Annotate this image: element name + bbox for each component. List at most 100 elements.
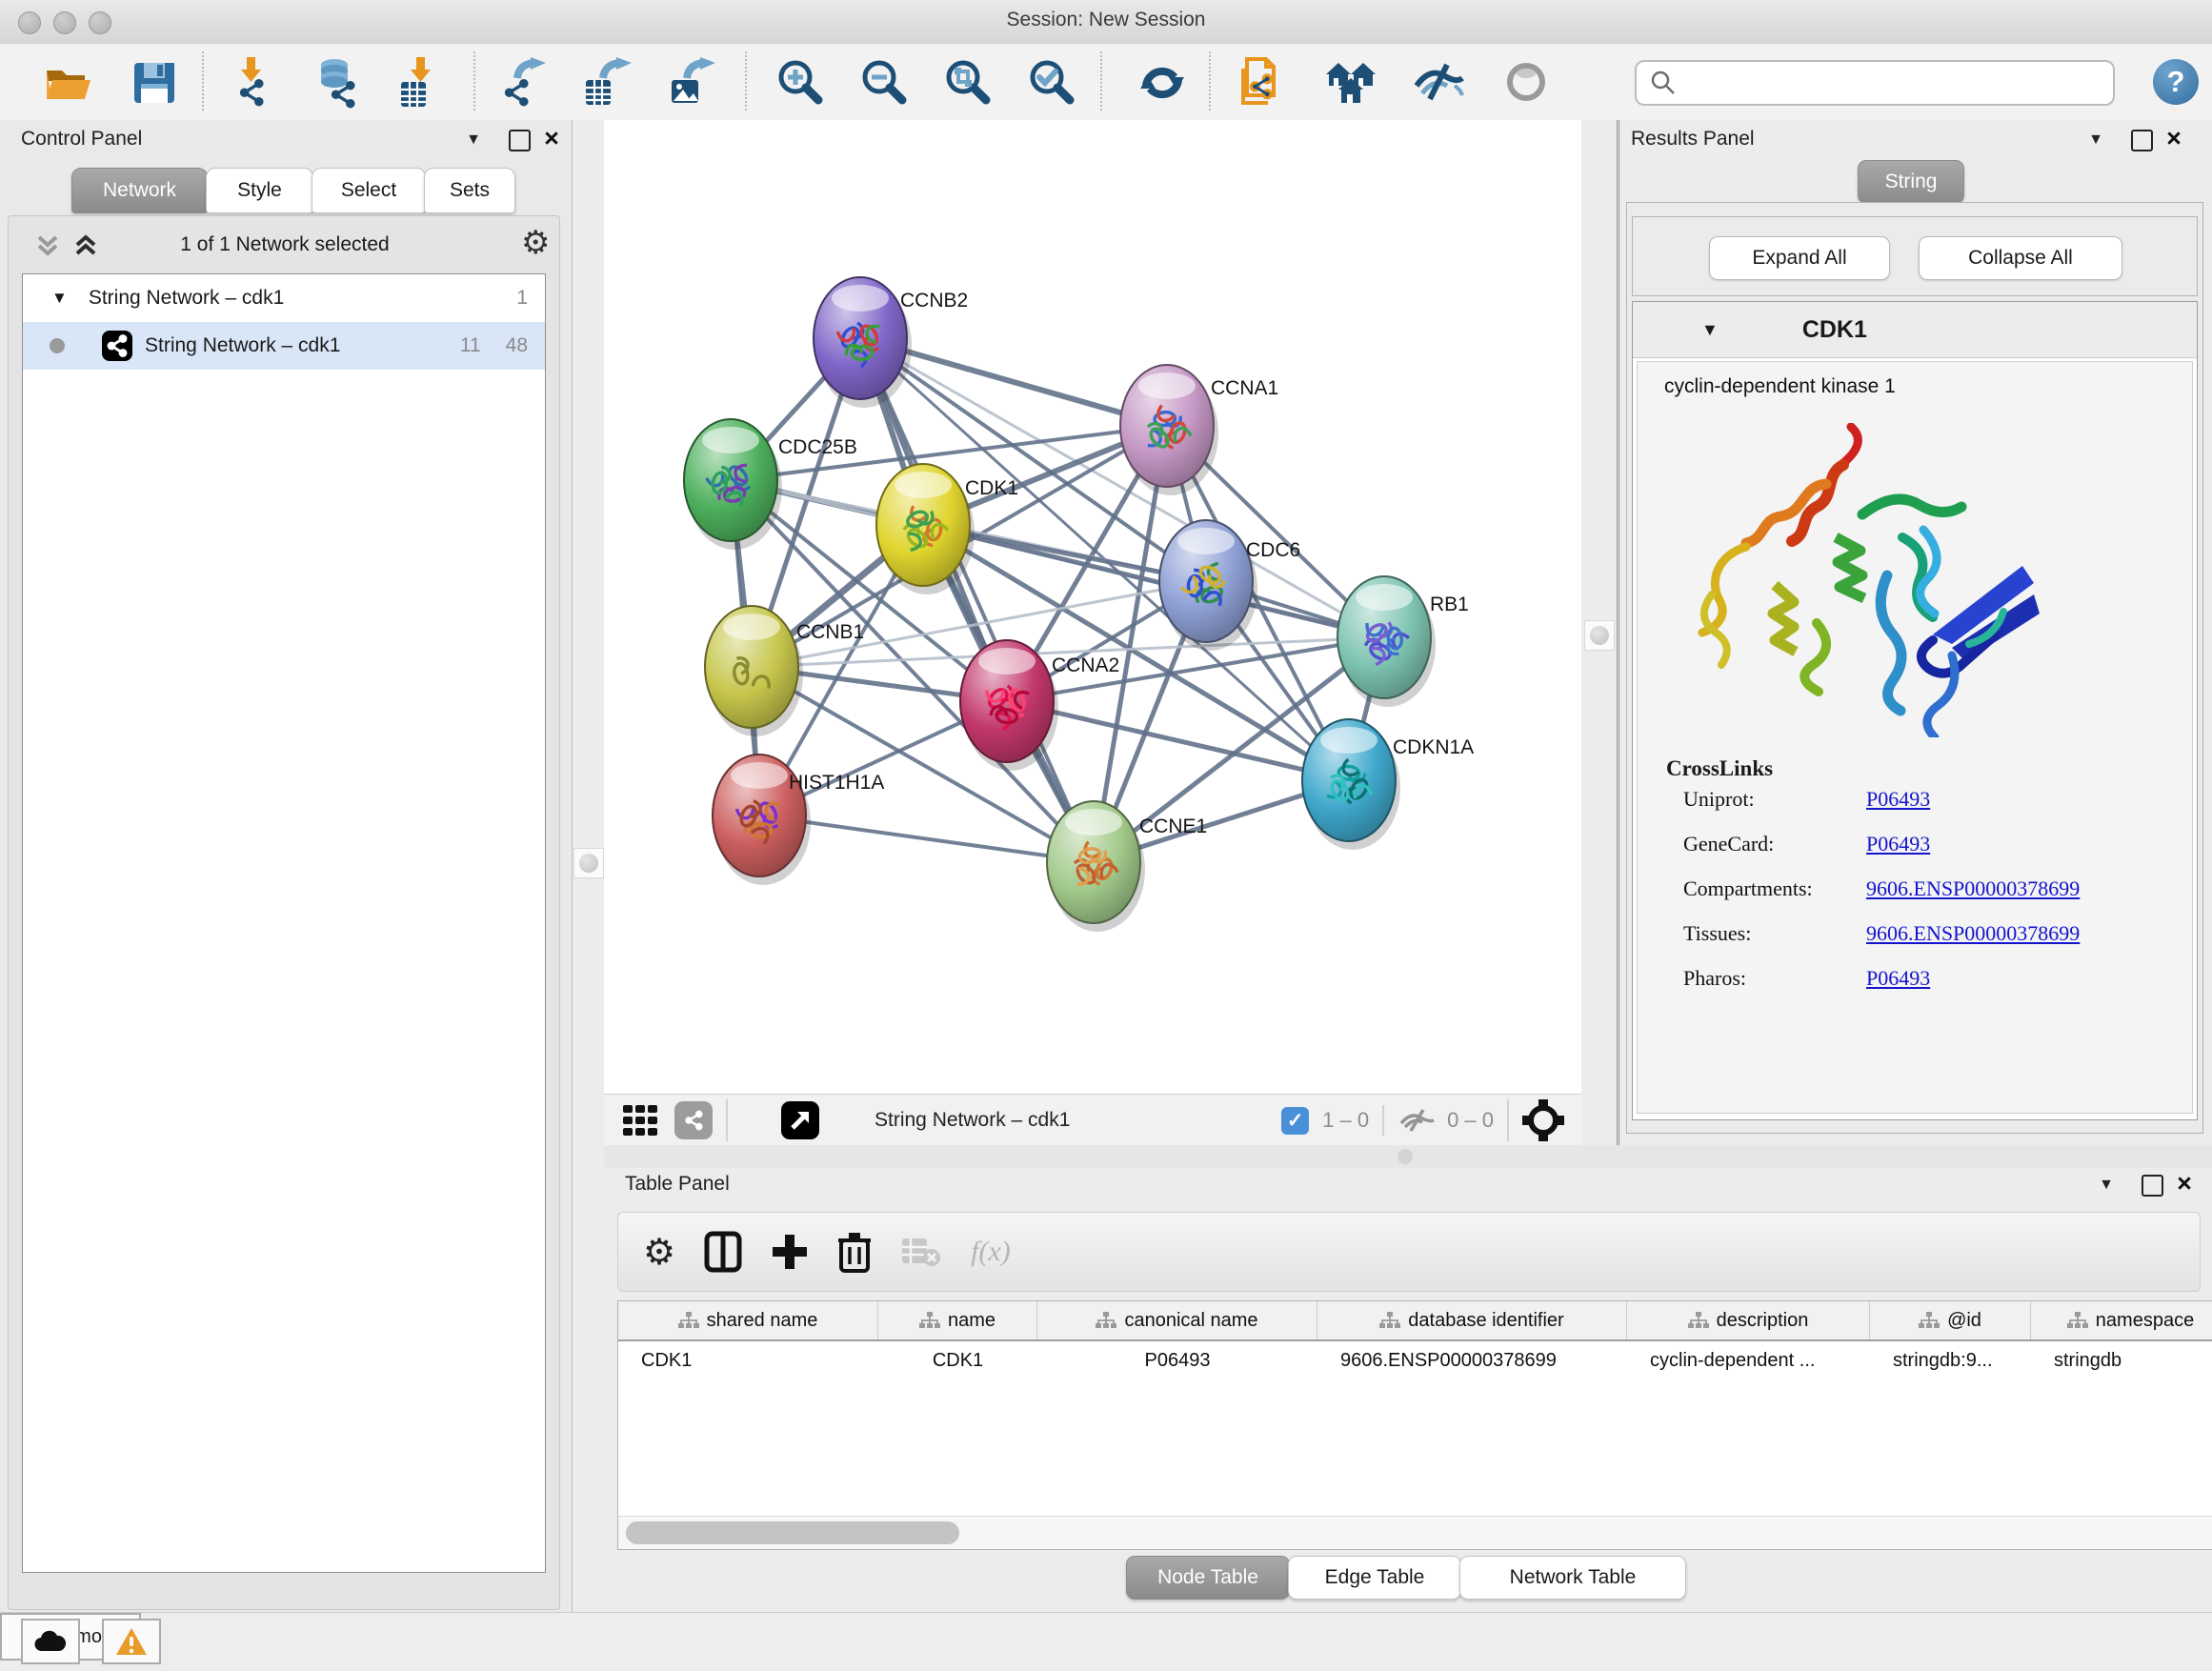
gene-header-row[interactable]: ▼ CDK1 [1633,302,2197,358]
network-view-title: String Network – cdk1 [875,1109,1070,1132]
zoom-fit-button[interactable] [941,56,995,110]
zoom-out-button[interactable] [857,56,911,110]
crosslink-label: GeneCard: [1683,832,1866,856]
cloud-icon [33,1630,68,1653]
tab-node-table[interactable]: Node Table [1126,1556,1290,1600]
show-columns-icon[interactable] [704,1231,742,1273]
tab-select[interactable]: Select [312,168,426,213]
results-panel-collapse-icon[interactable]: ▼ [2080,131,2112,149]
node-CDKN1A[interactable]: CDKN1A [1302,719,1474,850]
birds-eye-grid-icon[interactable] [621,1101,659,1139]
results-panel-close-icon[interactable]: × [2158,130,2190,148]
tab-style[interactable]: Style [206,168,313,213]
node-label-RB1: RB1 [1430,594,1469,615]
node-label-CDKN1A: CDKN1A [1393,736,1474,758]
node-CCNA1[interactable]: CCNA1 [1120,365,1278,495]
network-row[interactable]: String Network – cdk1 11 48 [23,322,545,370]
node-label-CDC25B: CDC25B [778,436,857,458]
node-CDK1[interactable]: CDK1 [876,464,1018,594]
import-table-file-button[interactable] [394,56,448,110]
toolbar-separator [1209,51,1211,111]
node-CDC6[interactable]: CDC6 [1159,520,1300,651]
gene-collapse-icon[interactable]: ▼ [1701,320,1719,340]
update-button[interactable] [1136,56,1189,110]
node-CCNE1[interactable]: CCNE1 [1047,801,1207,932]
table-options-gear-icon[interactable]: ⚙ [643,1231,675,1274]
new-network-selection-button[interactable] [1237,56,1290,110]
control-panel-collapse-icon[interactable]: ▼ [457,131,490,149]
table-panel-title: Table Panel [625,1173,730,1196]
fit-selection-crosshair-icon[interactable] [1522,1099,1564,1141]
column-header-name[interactable]: name [878,1301,1037,1339]
save-session-button[interactable] [128,56,181,110]
cloud-status-button[interactable] [21,1619,80,1664]
scrollbar-thumb[interactable] [626,1521,959,1544]
warnings-button[interactable] [102,1619,161,1664]
table-splitter[interactable] [604,1145,2212,1168]
search-input[interactable] [1686,65,2113,101]
network-canvas[interactable]: CCNB2CCNA1CDC25BCDK1CDC6RB1CCNB1CCNA2CDK… [604,120,1581,1094]
control-panel-float-icon[interactable] [503,130,535,157]
first-neighbors-button[interactable] [1324,56,1377,110]
zoom-selected-button[interactable] [1025,56,1078,110]
tab-network[interactable]: Network [71,168,208,213]
gene-description: cyclin-dependent kinase 1 [1664,375,2192,398]
show-all-button[interactable] [1499,56,1553,110]
crosslink-value-link[interactable]: P06493 [1866,832,1930,856]
node-HIST1H1A[interactable]: HIST1H1A [713,755,884,885]
table-panel-collapse-icon[interactable]: ▼ [2090,1177,2122,1194]
tab-sets[interactable]: Sets [424,168,515,213]
delete-column-trash-icon[interactable] [837,1231,872,1273]
tab-edge-table[interactable]: Edge Table [1288,1556,1461,1600]
network-collection-row[interactable]: ▼ String Network – cdk1 1 [23,274,545,322]
right-splitter[interactable] [1581,120,1617,1145]
column-header-canonical-name[interactable]: canonical name [1037,1301,1317,1339]
crosslink-value-link[interactable]: P06493 [1866,966,1930,991]
column-header-database-identifier[interactable]: database identifier [1317,1301,1627,1339]
title-bar: Session: New Session [0,0,2212,45]
table-panel-float-icon[interactable] [2136,1175,2168,1202]
table-row[interactable]: CDK1CDK1P064939606.ENSP00000378699cyclin… [618,1341,2212,1379]
hide-selected-button[interactable] [1412,56,1465,110]
create-column-plus-icon[interactable] [771,1233,809,1271]
open-in-window-icon[interactable] [781,1101,819,1139]
import-network-database-button[interactable] [311,56,364,110]
crosslink-value-link[interactable]: 9606.ENSP00000378699 [1866,921,2080,946]
collapse-all-button[interactable]: Collapse All [1919,236,2122,280]
crosslink-value-link[interactable]: P06493 [1866,787,1930,812]
results-panel-float-icon[interactable] [2125,130,2158,157]
column-header-shared-name[interactable]: shared name [618,1301,878,1339]
column-header-description[interactable]: description [1627,1301,1870,1339]
import-network-file-button[interactable] [227,56,280,110]
column-header--id[interactable]: @id [1870,1301,2031,1339]
collection-expand-icon[interactable]: ▼ [51,289,68,308]
expand-all-networks-icon[interactable] [71,233,100,260]
column-header-namespace[interactable]: namespace [2031,1301,2212,1339]
collapse-all-networks-icon[interactable] [33,233,62,260]
export-network-button[interactable] [497,56,551,110]
table-splitter-handle[interactable] [1398,1149,1413,1164]
control-panel-close-icon[interactable]: × [535,130,568,148]
edge-CCNB2-CCNE1[interactable] [860,338,1094,862]
table-panel: Table Panel ▼ × ⚙ f(x) shared namenameca… [604,1168,2212,1612]
crosslink-value-link[interactable]: 9606.ENSP00000378699 [1866,876,2080,901]
hidden-count: 0 – 0 [1447,1108,1494,1133]
node-RB1[interactable]: RB1 [1337,576,1469,707]
export-table-button[interactable] [581,56,634,110]
tab-string[interactable]: String [1858,160,1964,204]
table-panel-close-icon[interactable]: × [2168,1175,2201,1193]
open-session-button[interactable] [42,56,95,110]
left-splitter-handle[interactable] [573,848,604,878]
expand-all-button[interactable]: Expand All [1709,236,1890,280]
network-options-gear-icon[interactable]: ⚙ [521,224,550,262]
right-splitter-handle[interactable] [1584,620,1615,651]
help-button[interactable]: ? [2153,59,2199,105]
node-CCNA2[interactable]: CCNA2 [960,640,1119,771]
export-image-button[interactable] [665,56,718,110]
network-type-icon[interactable] [674,1101,713,1139]
selected-checkbox[interactable]: ✓ [1281,1107,1309,1135]
table-horizontal-scrollbar[interactable] [618,1516,2212,1549]
tab-network-table[interactable]: Network Table [1459,1556,1686,1600]
left-splitter[interactable] [573,120,604,1612]
zoom-in-button[interactable] [774,56,827,110]
